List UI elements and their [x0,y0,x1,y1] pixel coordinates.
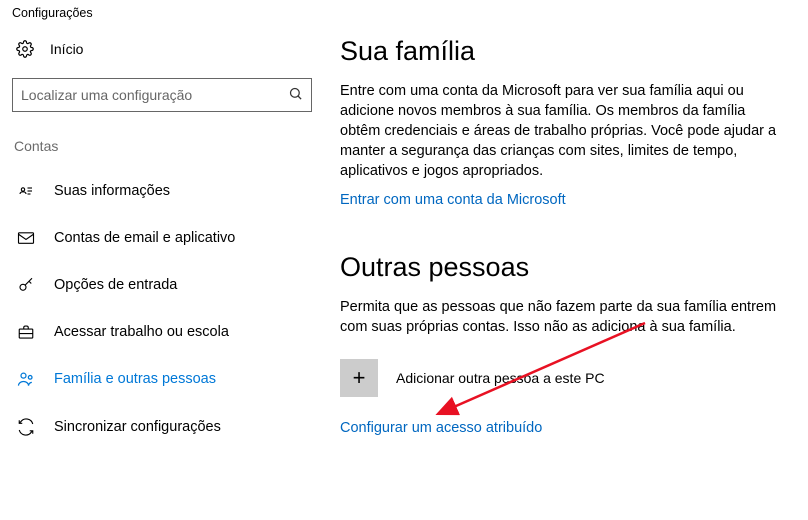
mail-icon [16,231,36,245]
sidebar-item-label: Opções de entrada [54,277,177,293]
sidebar-item-signin-options[interactable]: Opções de entrada [12,266,312,304]
add-other-person-button[interactable]: + Adicionar outra pessoa a este PC [340,359,784,397]
people-icon [16,370,36,388]
home-label: Início [50,41,83,57]
search-input[interactable] [21,87,288,103]
home-button[interactable]: Início [12,34,312,78]
sidebar: Início Contas Suas informações [12,34,312,456]
search-icon [288,86,303,104]
sidebar-item-family[interactable]: Família e outras pessoas [12,360,312,398]
sidebar-item-label: Família e outras pessoas [54,371,216,387]
plus-icon: + [340,359,378,397]
add-other-person-label: Adicionar outra pessoa a este PC [396,370,605,386]
window-title: Configurações [0,0,808,34]
sidebar-item-label: Suas informações [54,183,170,199]
others-body: Permita que as pessoas que não fazem par… [340,297,784,337]
sidebar-item-email-accounts[interactable]: Contas de email e aplicativo [12,220,312,256]
sidebar-item-sync[interactable]: Sincronizar configurações [12,408,312,446]
others-heading: Outras pessoas [340,252,784,283]
family-body: Entre com uma conta da Microsoft para ve… [340,81,784,181]
main-panel: Sua família Entre com uma conta da Micro… [312,34,808,456]
sidebar-item-label: Contas de email e aplicativo [54,230,235,246]
sync-icon [16,418,36,436]
search-input-wrap[interactable] [12,78,312,112]
family-heading: Sua família [340,36,784,67]
briefcase-icon [16,324,36,340]
sidebar-item-your-info[interactable]: Suas informações [12,172,312,210]
sidebar-item-label: Sincronizar configurações [54,419,221,435]
sidebar-item-label: Acessar trabalho ou escola [54,324,229,340]
key-icon [16,276,36,294]
person-card-icon [16,182,36,200]
signin-microsoft-link[interactable]: Entrar com uma conta da Microsoft [340,192,566,208]
sidebar-section-label: Contas [12,138,312,154]
assigned-access-link[interactable]: Configurar um acesso atribuído [340,420,542,436]
gear-icon [16,40,34,58]
sidebar-item-work-school[interactable]: Acessar trabalho ou escola [12,314,312,350]
